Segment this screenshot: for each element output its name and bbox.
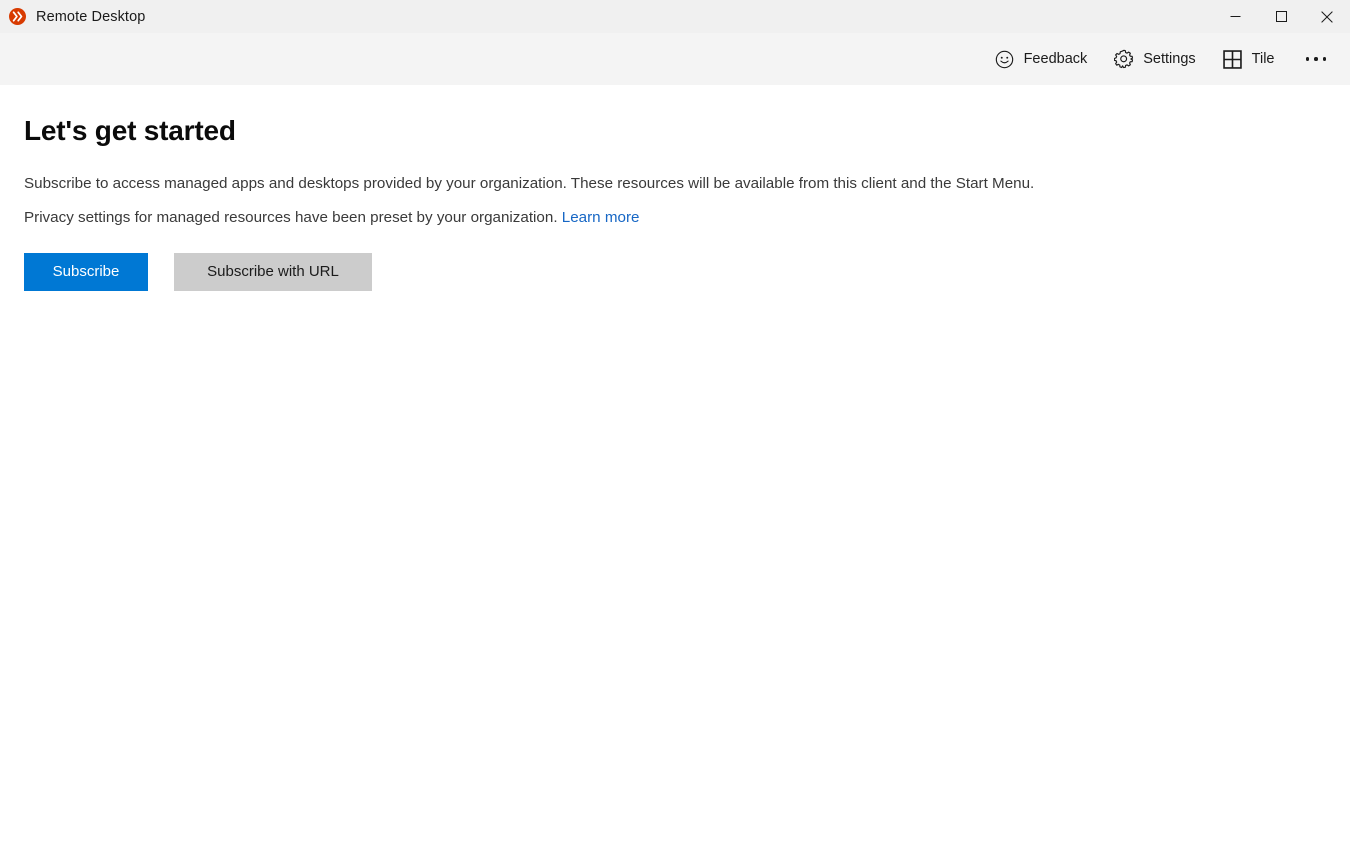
window-controls [1212,0,1350,33]
feedback-label: Feedback [1023,50,1088,67]
page-title: Let's get started [24,115,236,146]
privacy-paragraph-text: Privacy settings for managed resources h… [24,209,558,227]
grid-tile-icon [1222,48,1244,70]
main-content: Let's get started Subscribe to access ma… [0,85,1350,291]
gear-icon [1113,48,1135,70]
intro-paragraph: Subscribe to access managed apps and des… [24,174,1035,192]
subscribe-with-url-button[interactable]: Subscribe with URL [174,252,372,291]
ellipsis-icon [1305,57,1326,61]
smiley-face-icon [994,48,1016,70]
minimize-icon [1230,16,1240,17]
minimize-button[interactable] [1212,0,1258,33]
title-bar: Remote Desktop [0,0,1350,33]
window-title: Remote Desktop [36,8,146,25]
command-bar: Feedback Settings Tile [0,33,1350,85]
learn-more-link[interactable]: Learn more [562,209,640,226]
close-icon [1321,10,1333,23]
remote-desktop-logo-icon [9,8,26,25]
settings-label: Settings [1143,50,1196,67]
subscribe-button[interactable]: Subscribe [24,252,148,291]
maximize-icon [1275,11,1287,22]
tile-label: Tile [1251,50,1275,67]
feedback-button[interactable]: Feedback [981,39,1101,79]
privacy-paragraph: Privacy settings for managed resources h… [24,208,1326,229]
action-button-row: Subscribe Subscribe with URL [24,252,1326,291]
maximize-button[interactable] [1258,0,1304,33]
more-options-button[interactable] [1288,39,1345,79]
tile-button[interactable]: Tile [1209,39,1288,79]
close-button[interactable] [1304,0,1350,33]
settings-button[interactable]: Settings [1100,39,1208,79]
